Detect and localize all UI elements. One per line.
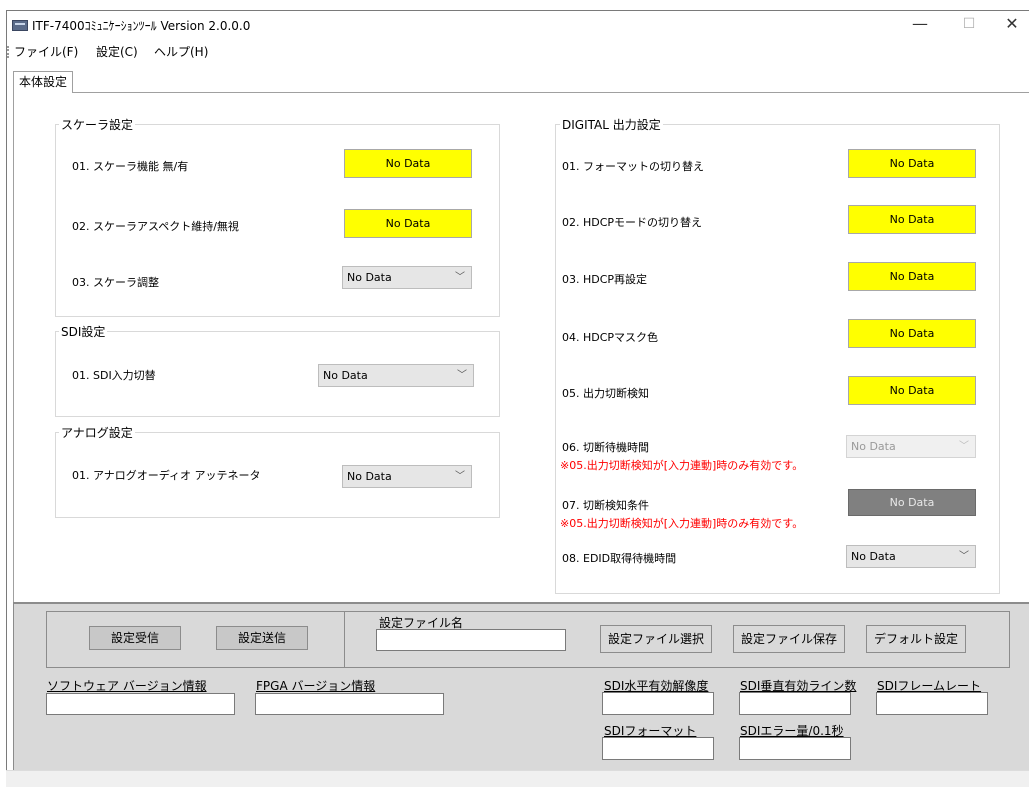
- chevron-down-icon: ﹀: [959, 441, 969, 452]
- edid-wait-time-value: No Data: [851, 550, 896, 563]
- analog-group-title: アナログ設定: [59, 424, 135, 441]
- digital-row-8-label: 08. EDID取得待機時間: [562, 552, 677, 565]
- menu-grip: [7, 46, 9, 58]
- analog-row-1-label: 01. アナログオーディオ アッテネータ: [72, 469, 261, 482]
- chevron-down-icon: ﹀: [455, 471, 465, 482]
- select-settings-file-button[interactable]: 設定ファイル選択: [600, 625, 712, 653]
- button-row-divider: [344, 611, 345, 668]
- chevron-down-icon: ﹀: [959, 551, 969, 562]
- digital-row-7-label: 07. 切断検知条件: [562, 499, 649, 512]
- sdi-v-lines-field: [739, 692, 851, 715]
- disconnect-wait-time-select[interactable]: No Data ﹀: [846, 435, 976, 458]
- save-settings-file-button[interactable]: 設定ファイル保存: [733, 625, 845, 653]
- fpga-version-field: [255, 693, 444, 715]
- disconnect-condition-button[interactable]: No Data: [848, 489, 976, 516]
- default-settings-button[interactable]: デフォルト設定: [866, 625, 966, 653]
- sdi-frame-rate-field: [876, 692, 988, 715]
- sdi-format-field: [602, 737, 714, 760]
- scaler-aspect-button[interactable]: No Data: [344, 209, 472, 238]
- menu-file[interactable]: ファイル(F): [14, 43, 78, 60]
- digital-row-1-label: 01. フォーマットの切り替え: [562, 160, 704, 173]
- sdi-input-value: No Data: [323, 369, 368, 382]
- scaler-row-2-label: 02. スケーラアスペクト維持/無視: [72, 220, 239, 233]
- fpga-version-label: FPGA バージョン情報: [256, 679, 376, 693]
- sdi-h-resolution-field: [602, 692, 714, 715]
- analog-attenuator-value: No Data: [347, 470, 392, 483]
- digital-row-6-label: 06. 切断待機時間: [562, 441, 649, 454]
- sdi-input-select[interactable]: No Data ﹀: [318, 364, 474, 387]
- hdcp-reset-button[interactable]: No Data: [848, 262, 976, 291]
- disconnect-wait-time-value: No Data: [851, 440, 896, 453]
- edid-wait-time-select[interactable]: No Data ﹀: [846, 545, 976, 568]
- app-icon: [12, 20, 28, 31]
- minimize-button[interactable]: —: [905, 12, 935, 36]
- chevron-down-icon: ﹀: [457, 370, 467, 381]
- digital-row-3-label: 03. HDCP再設定: [562, 273, 648, 286]
- file-name-input[interactable]: [376, 629, 566, 651]
- digital-row-5-label: 05. 出力切断検知: [562, 387, 649, 400]
- digital-row-2-label: 02. HDCPモードの切り替え: [562, 216, 703, 229]
- window-title: ITF-7400ｺﾐｭﾆｹｰｼｮﾝﾂｰﾙ Version 2.0.0.0: [32, 19, 251, 33]
- analog-attenuator-select[interactable]: No Data ﹀: [342, 465, 472, 488]
- digital-row-6-note: ※05.出力切断検知が[入力連動]時のみ有効です。: [560, 459, 804, 472]
- sdi-row-1-label: 01. SDI入力切替: [72, 369, 156, 382]
- menu-settings[interactable]: 設定(C): [96, 43, 138, 60]
- scaler-row-3-label: 03. スケーラ調整: [72, 276, 159, 289]
- hdcp-mask-color-button[interactable]: No Data: [848, 319, 976, 348]
- scaler-adjust-select[interactable]: No Data ﹀: [342, 266, 472, 289]
- digital-row-7-note: ※05.出力切断検知が[入力連動]時のみ有効です。: [560, 517, 804, 530]
- output-disconnect-detect-button[interactable]: No Data: [848, 376, 976, 405]
- scaler-row-1-label: 01. スケーラ機能 無/有: [72, 160, 189, 173]
- scaler-function-button[interactable]: No Data: [344, 149, 472, 178]
- status-bar: [6, 770, 1029, 787]
- send-settings-button[interactable]: 設定送信: [216, 626, 308, 650]
- format-switch-button[interactable]: No Data: [848, 149, 976, 178]
- scaler-adjust-value: No Data: [347, 271, 392, 284]
- chevron-down-icon: ﹀: [455, 272, 465, 283]
- scaler-group-title: スケーラ設定: [59, 116, 136, 133]
- close-button[interactable]: ✕: [997, 12, 1027, 36]
- maximize-button[interactable]: ☐: [954, 12, 984, 36]
- sdi-group-title: SDI設定: [59, 323, 108, 340]
- digital-row-4-label: 04. HDCPマスク色: [562, 331, 659, 344]
- tab-main-settings[interactable]: 本体設定: [13, 71, 73, 93]
- digital-output-group-title: DIGITAL 出力設定: [560, 116, 663, 133]
- software-version-label: ソフトウェア バージョン情報: [47, 679, 207, 693]
- sdi-error-rate-field: [739, 737, 851, 760]
- software-version-field: [46, 693, 235, 715]
- hdcp-mode-button[interactable]: No Data: [848, 205, 976, 234]
- receive-settings-button[interactable]: 設定受信: [89, 626, 181, 650]
- menu-help[interactable]: ヘルプ(H): [154, 43, 208, 60]
